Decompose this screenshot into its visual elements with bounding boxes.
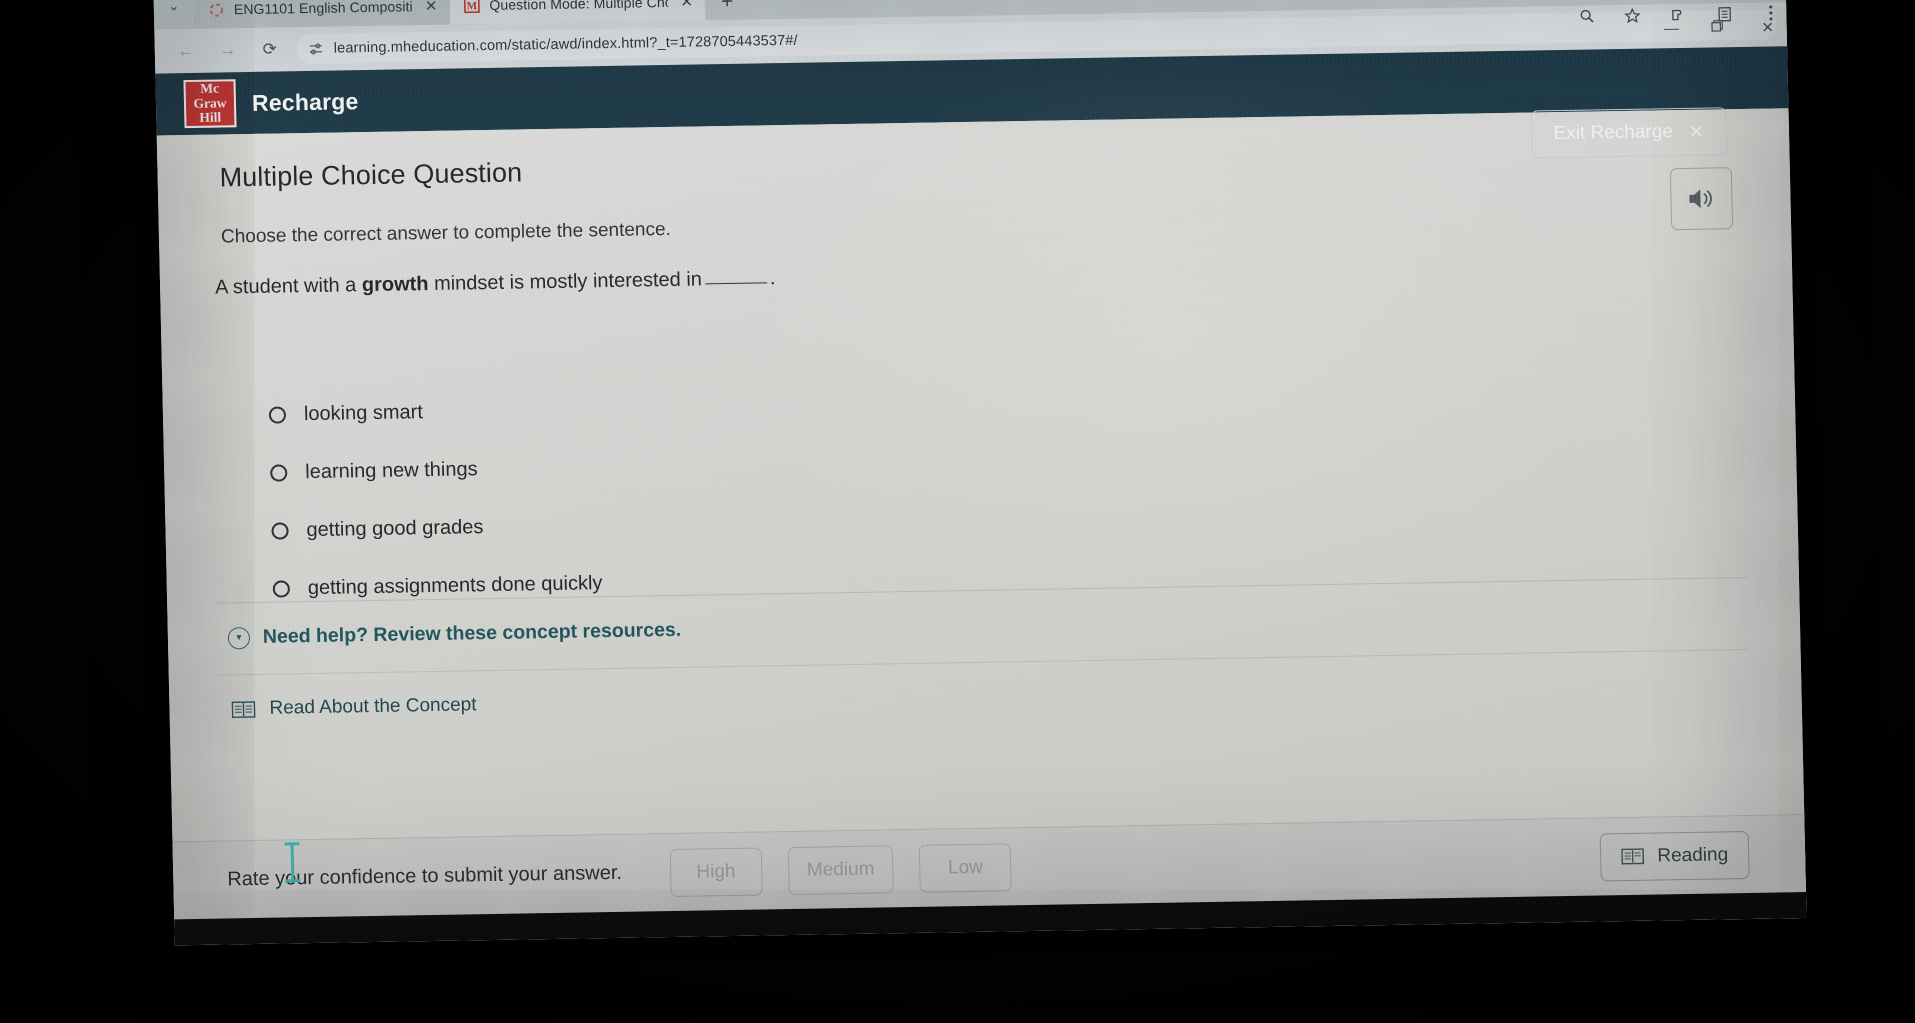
chevron-down-circle-icon: ▾ <box>227 626 251 649</box>
exit-recharge-button[interactable]: Exit Recharge ✕ <box>1530 107 1728 159</box>
browser-toolbar-icons <box>1576 4 1780 24</box>
tab-search-chevron-icon[interactable]: ⌄ <box>153 0 194 30</box>
stem-before: A student with a <box>214 274 363 299</box>
answer-option-1[interactable]: looking smart <box>268 380 599 444</box>
new-tab-button[interactable]: + <box>705 0 750 20</box>
read-aloud-speaker-icon[interactable] <box>1669 167 1734 231</box>
reading-button-label: Reading <box>1657 843 1729 866</box>
reading-list-icon[interactable] <box>1714 6 1734 22</box>
rate-confidence-prompt: Rate your confidence to submit your answ… <box>227 861 623 891</box>
concept-resources-label: Need help? Review these concept resource… <box>262 618 682 648</box>
page-title: Multiple Choice Question <box>219 157 523 193</box>
forward-icon[interactable]: → <box>206 29 249 72</box>
open-book-icon <box>1621 847 1645 866</box>
confidence-high-button[interactable]: High <box>669 847 763 897</box>
open-book-icon <box>231 699 256 718</box>
radio-button-icon[interactable] <box>272 579 291 598</box>
answer-options-list: looking smart learning new things gettin… <box>268 380 603 617</box>
loading-spinner-icon <box>208 1 225 18</box>
stem-keyword: growth <box>361 273 429 297</box>
app-title: Recharge <box>251 87 359 116</box>
text-cursor-icon <box>290 842 295 883</box>
resource-link-label: Read About the Concept <box>269 694 477 719</box>
browser-tab-1-title: ENG1101 English Compositio <box>233 0 413 18</box>
mcgraw-hill-logo: Mc Graw Hill <box>183 79 237 129</box>
answer-option-3-label: getting good grades <box>306 515 484 541</box>
stem-end: . <box>769 267 776 290</box>
answer-option-3[interactable]: getting good grades <box>271 496 602 560</box>
screen-photo-background: ⌄ ENG1101 English Compositio ✕ M Questio… <box>0 0 1915 1023</box>
answer-blank <box>704 282 768 285</box>
browser-tab-2-title: Question Mode: Multiple Choic <box>489 0 668 13</box>
close-icon: ✕ <box>1688 121 1705 142</box>
answer-option-2[interactable]: learning new things <box>270 438 601 502</box>
logo-line-3: Hill <box>199 109 222 126</box>
address-bar-url: learning.mheducation.com/static/awd/inde… <box>333 32 798 57</box>
question-instruction: Choose the correct answer to complete th… <box>220 218 672 248</box>
extensions-icon[interactable] <box>1668 6 1688 22</box>
browser-window: ⌄ ENG1101 English Compositio ✕ M Questio… <box>153 0 1807 946</box>
bookmark-star-icon[interactable] <box>1622 7 1642 23</box>
logo-line-1: Mc <box>200 80 220 97</box>
radio-button-icon[interactable] <box>268 405 287 424</box>
browser-tab-1-close-icon[interactable]: ✕ <box>425 0 438 15</box>
concept-resources-expander[interactable]: ▾ Need help? Review these concept resour… <box>227 618 682 650</box>
reload-icon[interactable]: ⟳ <box>248 28 291 71</box>
answer-option-4-label: getting assignments done quickly <box>307 571 603 599</box>
browser-menu-icon[interactable] <box>1760 4 1780 21</box>
stem-after: mindset is mostly interested in <box>428 268 703 296</box>
browser-tab-2-close-icon[interactable]: ✕ <box>680 0 693 11</box>
confidence-low-button[interactable]: Low <box>918 842 1013 893</box>
radio-button-icon[interactable] <box>271 521 289 540</box>
answer-option-1-label: looking smart <box>303 400 424 425</box>
zoom-icon[interactable] <box>1576 8 1596 23</box>
question-stem: A student with a growth mindset is mostl… <box>215 267 776 299</box>
monitor-screen: ⌄ ENG1101 English Compositio ✕ M Questio… <box>153 0 1807 946</box>
tune-icon[interactable] <box>309 42 323 56</box>
svg-text:M: M <box>467 0 478 12</box>
resource-link-read-about-the-concept[interactable]: Read About the Concept <box>231 694 477 720</box>
answer-option-2-label: learning new things <box>304 457 478 483</box>
confidence-medium-button[interactable]: Medium <box>787 844 895 895</box>
answer-option-4[interactable]: getting assignments done quickly <box>272 554 603 618</box>
mcgraw-hill-m-icon: M <box>463 0 480 14</box>
radio-button-icon[interactable] <box>270 463 288 482</box>
reading-button[interactable]: Reading <box>1599 830 1750 881</box>
divider <box>216 648 1749 676</box>
back-icon[interactable]: ← <box>164 30 207 73</box>
exit-recharge-label: Exit Recharge <box>1553 121 1674 145</box>
